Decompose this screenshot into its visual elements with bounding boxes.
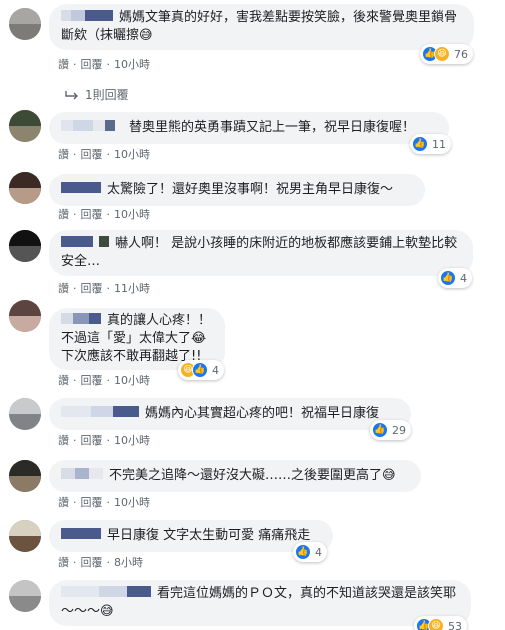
reply-button[interactable]: 回覆 <box>81 432 103 448</box>
comment-actions: 讚 · 回覆 · 10小時 <box>58 494 150 510</box>
redacted-name[interactable] <box>61 10 113 21</box>
reaction-count: 4 <box>460 271 467 285</box>
haha-icon: 😆 <box>428 618 444 630</box>
comment-bubble: 嚇人啊！ 是說小孩睡的床附近的地板都應該要鋪上軟墊比較安全… <box>49 230 473 276</box>
view-replies-link[interactable]: 1則回覆 <box>65 86 129 103</box>
avatar[interactable] <box>9 172 41 204</box>
reply-arrow-icon <box>65 90 78 99</box>
reaction-summary[interactable]: 👍 😆 76 <box>420 44 473 64</box>
comment-bubble: 看完這位媽媽的ＰＯ文，真的不知道該哭還是該笑耶～～～😅 <box>49 580 471 626</box>
like-button[interactable]: 讚 <box>58 432 69 448</box>
replies-count-label: 1則回覆 <box>85 88 129 102</box>
reaction-summary[interactable]: 👍 4 <box>293 542 327 562</box>
comment-bubble: 替奧里熊的英勇事蹟又記上一筆，祝早日康復喔！ <box>49 112 449 144</box>
comment-bubble: 媽媽內心其實超心疼的吧！祝福早日康復 <box>49 398 411 430</box>
comment-text: 不完美之追降～還好沒大礙……之後要圍更高了😅 <box>109 468 396 483</box>
reaction-count: 4 <box>212 363 219 377</box>
timestamp[interactable]: 10小時 <box>114 494 150 510</box>
reaction-summary[interactable]: 😆 👍 4 <box>178 360 224 380</box>
reaction-summary[interactable]: 👍 4 <box>438 268 472 288</box>
like-button[interactable]: 讚 <box>58 280 69 296</box>
reply-button[interactable]: 回覆 <box>81 494 103 510</box>
avatar[interactable] <box>9 520 41 552</box>
redacted-name[interactable] <box>61 528 101 539</box>
like-icon: 👍 <box>192 362 208 378</box>
avatar[interactable] <box>9 300 41 332</box>
sweat-emoji-icon: 😅 <box>139 28 153 43</box>
like-button[interactable]: 讚 <box>58 494 69 510</box>
comment-text: 媽媽內心其實超心疼的吧！祝福早日康復 <box>145 406 380 421</box>
haha-icon: 😆 <box>434 46 450 62</box>
comment-actions: 讚 · 回覆 · 10小時 <box>58 146 150 162</box>
comment-text: 嚇人啊！ 是說小孩睡的床附近的地板都應該要鋪上軟墊比較安全… <box>61 236 458 269</box>
timestamp[interactable]: 10小時 <box>114 56 150 72</box>
reply-button[interactable]: 回覆 <box>81 56 103 72</box>
avatar[interactable] <box>9 580 41 612</box>
reply-button[interactable]: 回覆 <box>81 280 103 296</box>
timestamp[interactable]: 11小時 <box>114 280 150 296</box>
comment-actions: 讚 · 回覆 · 10小時 <box>58 432 150 448</box>
like-icon: 👍 <box>372 422 388 438</box>
timestamp[interactable]: 8小時 <box>114 554 143 570</box>
redacted-name[interactable] <box>61 313 101 324</box>
redacted-name[interactable] <box>61 182 101 193</box>
comment-bubble: 太驚險了！還好奧里沒事啊！祝男主角早日康復～ <box>49 174 425 206</box>
redacted-name[interactable] <box>61 236 109 247</box>
like-button[interactable]: 讚 <box>58 56 69 72</box>
comment-bubble: 早日康復 文字太生動可愛 痛痛飛走 <box>49 520 333 552</box>
like-button[interactable]: 讚 <box>58 372 69 388</box>
comment-text: 媽媽文筆真的好好，害我差點要按笑臉，後來警覺奧里鎖骨斷欸（抹曬擦 <box>61 10 458 43</box>
like-button[interactable]: 讚 <box>58 146 69 162</box>
reaction-summary[interactable]: 👍 11 <box>410 134 451 154</box>
comment-bubble: 不完美之追降～還好沒大礙……之後要圍更高了😅 <box>49 460 421 492</box>
comment-bubble: 媽媽文筆真的好好，害我差點要按笑臉，後來警覺奧里鎖骨斷欸（抹曬擦😅 <box>49 4 474 50</box>
reaction-count: 53 <box>448 619 462 630</box>
comment-actions: 讚 · 回覆 · 11小時 <box>58 280 150 296</box>
reaction-count: 76 <box>454 47 468 61</box>
comment-actions: 讚 · 回覆 · 10小時 <box>58 206 150 222</box>
like-icon: 👍 <box>440 270 456 286</box>
redacted-name[interactable] <box>61 120 123 131</box>
reaction-count: 11 <box>432 137 446 151</box>
like-icon: 👍 <box>295 544 311 560</box>
comment-actions: 讚 · 回覆 · 8小時 <box>58 554 143 570</box>
timestamp[interactable]: 10小時 <box>114 206 150 222</box>
comment-actions: 讚 · 回覆 · 10小時 <box>58 372 150 388</box>
reply-button[interactable]: 回覆 <box>81 372 103 388</box>
comment-actions: 讚 · 回覆 · 10小時 <box>58 56 150 72</box>
avatar[interactable] <box>9 398 41 430</box>
redacted-name[interactable] <box>61 586 151 597</box>
avatar[interactable] <box>9 460 41 492</box>
avatar[interactable] <box>9 110 41 142</box>
comment-text: 太驚險了！還好奧里沒事啊！祝男主角早日康復～ <box>107 182 394 197</box>
redacted-name[interactable] <box>61 406 139 417</box>
like-button[interactable]: 讚 <box>58 206 69 222</box>
comment-text: 早日康復 文字太生動可愛 痛痛飛走 <box>107 528 311 543</box>
like-button[interactable]: 讚 <box>58 554 69 570</box>
reaction-summary[interactable]: 👍 29 <box>370 420 411 440</box>
reaction-count: 4 <box>315 545 322 559</box>
like-icon: 👍 <box>412 136 428 152</box>
avatar[interactable] <box>9 230 41 262</box>
avatar[interactable] <box>9 8 41 40</box>
reply-button[interactable]: 回覆 <box>81 554 103 570</box>
timestamp[interactable]: 10小時 <box>114 372 150 388</box>
reaction-summary[interactable]: 👍 😆 53 <box>414 616 467 630</box>
redacted-name[interactable] <box>61 468 103 479</box>
timestamp[interactable]: 10小時 <box>114 432 150 448</box>
reaction-count: 29 <box>392 423 406 437</box>
reply-button[interactable]: 回覆 <box>81 146 103 162</box>
comment-text: 替奧里熊的英勇事蹟又記上一筆，祝早日康復喔！ <box>129 120 416 135</box>
timestamp[interactable]: 10小時 <box>114 146 150 162</box>
reply-button[interactable]: 回覆 <box>81 206 103 222</box>
